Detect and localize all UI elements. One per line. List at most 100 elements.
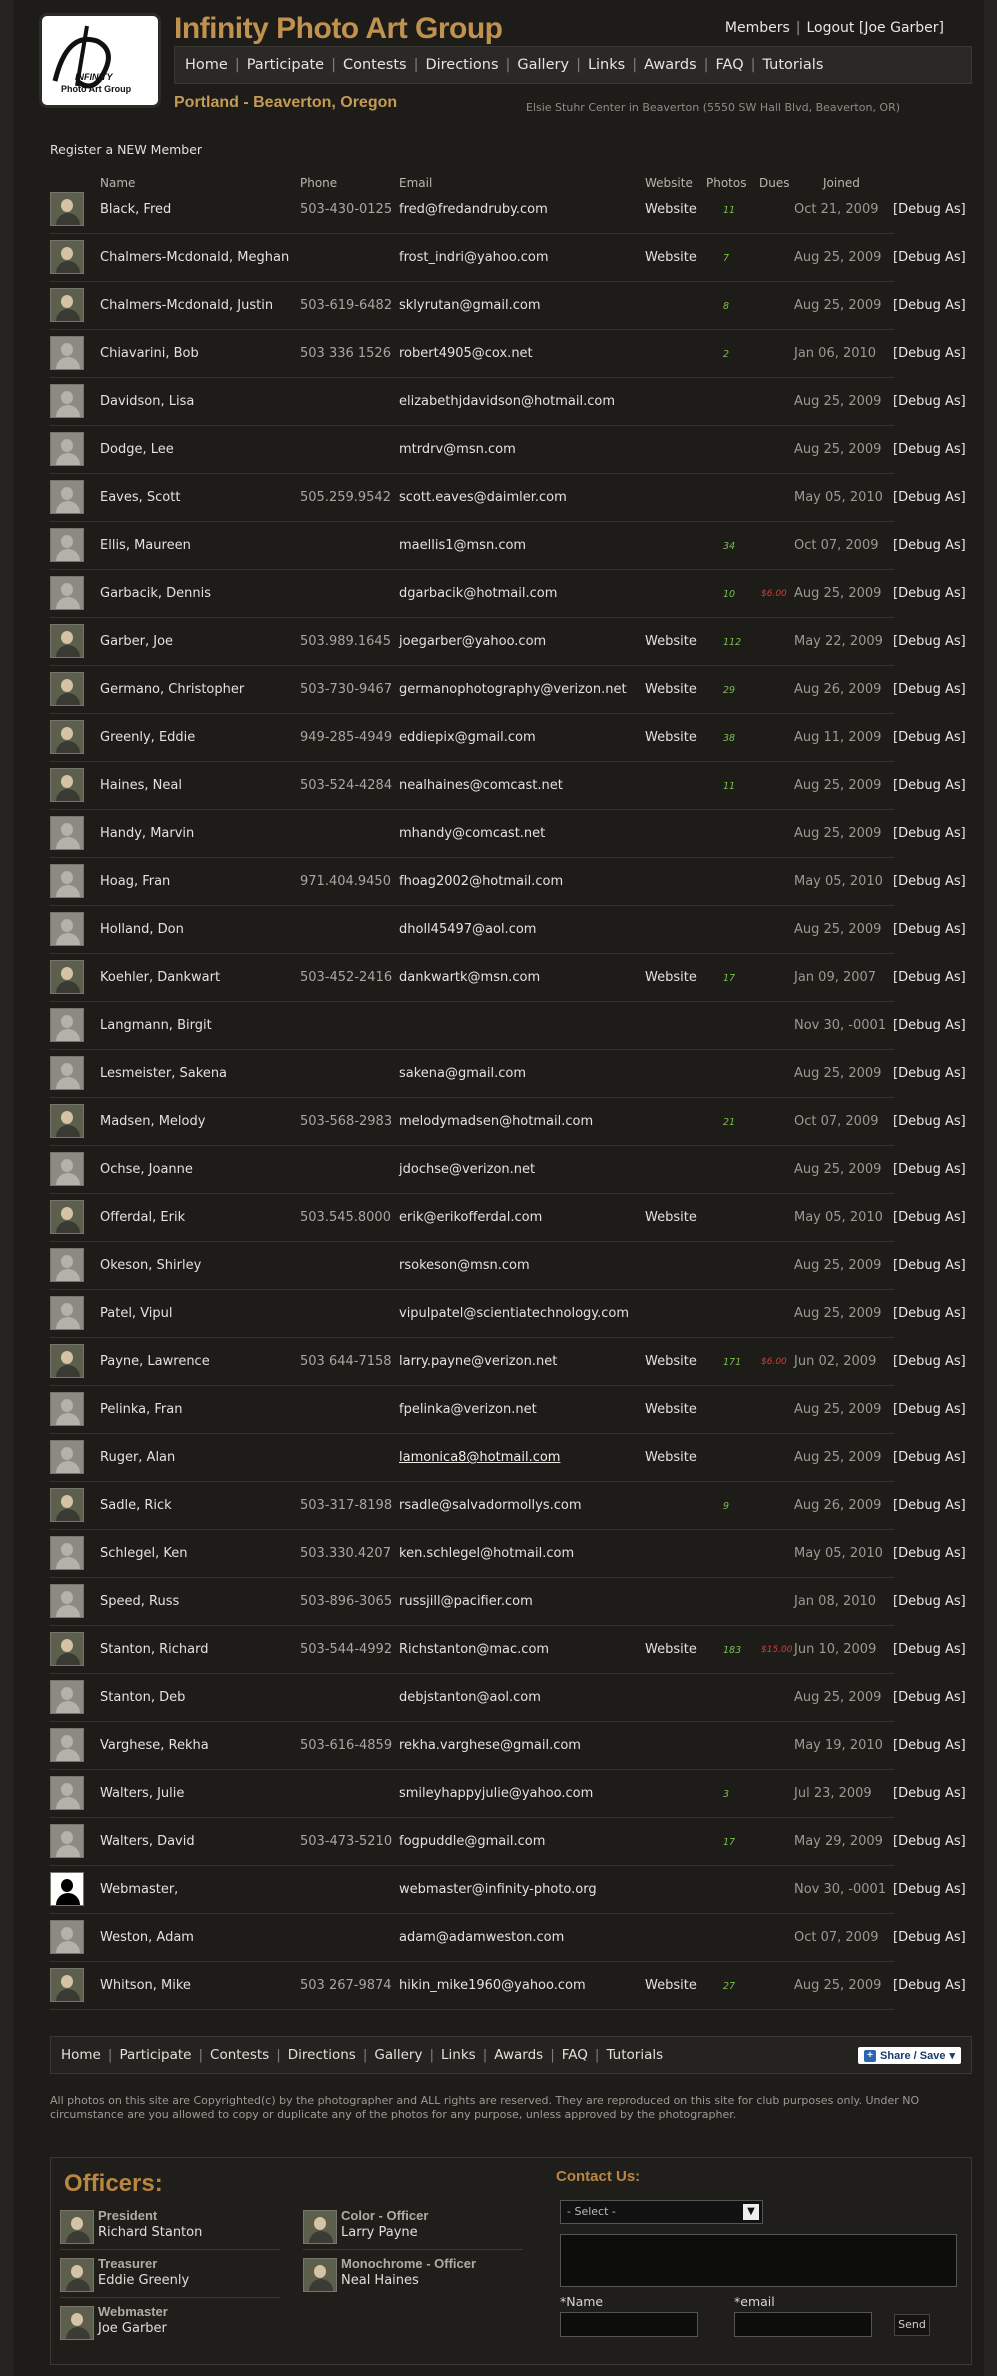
nav-tutorials[interactable]: Tutorials [763,57,824,73]
register-member-link[interactable]: Register a NEW Member [50,142,202,157]
debug-as-link[interactable]: [Debug As] [893,634,966,649]
member-avatar[interactable] [50,1728,84,1762]
debug-as-link[interactable]: [Debug As] [893,1258,966,1273]
debug-as-link[interactable]: [Debug As] [893,682,966,697]
member-avatar[interactable] [50,1392,84,1426]
member-avatar[interactable] [50,1200,84,1234]
member-email[interactable]: nealhaines@comcast.net [399,778,563,793]
member-email[interactable]: fred@fredandruby.com [399,202,548,217]
member-email[interactable]: sakena@gmail.com [399,1066,526,1081]
member-email[interactable]: adam@adamweston.com [399,1930,564,1945]
member-avatar[interactable] [50,480,84,514]
debug-as-link[interactable]: [Debug As] [893,1018,966,1033]
member-avatar[interactable] [50,528,84,562]
member-website-link[interactable]: Website [645,730,697,745]
member-email[interactable]: Richstanton@mac.com [399,1642,549,1657]
member-email[interactable]: maellis1@msn.com [399,538,526,553]
debug-as-link[interactable]: [Debug As] [893,1066,966,1081]
member-website-link[interactable]: Website [645,1402,697,1417]
member-email[interactable]: fpelinka@verizon.net [399,1402,537,1417]
member-avatar[interactable] [50,912,84,946]
debug-as-link[interactable]: [Debug As] [893,1738,966,1753]
debug-as-link[interactable]: [Debug As] [893,1978,966,1993]
member-email[interactable]: germanophotography@verizon.net [399,682,627,697]
member-avatar[interactable] [50,960,84,994]
member-email[interactable]: smileyhappyjulie@yahoo.com [399,1786,593,1801]
member-avatar[interactable] [50,720,84,754]
debug-as-link[interactable]: [Debug As] [893,1834,966,1849]
member-avatar[interactable] [50,1632,84,1666]
email-field[interactable] [734,2312,872,2337]
nav-gallery[interactable]: Gallery [517,57,569,73]
member-email[interactable]: fhoag2002@hotmail.com [399,874,563,889]
debug-as-link[interactable]: [Debug As] [893,1642,966,1657]
member-email[interactable]: frost_indri@yahoo.com [399,250,549,265]
debug-as-link[interactable]: [Debug As] [893,778,966,793]
member-email[interactable]: robert4905@cox.net [399,346,533,361]
footer-nav-awards[interactable]: Awards [494,2047,543,2063]
member-email[interactable]: vipulpatel@scientiatechnology.com [399,1306,629,1321]
debug-as-link[interactable]: [Debug As] [893,1402,966,1417]
member-email[interactable]: rekha.varghese@gmail.com [399,1738,581,1753]
member-avatar[interactable] [50,240,84,274]
debug-as-link[interactable]: [Debug As] [893,1594,966,1609]
member-website-link[interactable]: Website [645,1978,697,1993]
debug-as-link[interactable]: [Debug As] [893,346,966,361]
debug-as-link[interactable]: [Debug As] [893,1690,966,1705]
member-email[interactable]: sklyrutan@gmail.com [399,298,541,313]
member-avatar[interactable] [50,1872,84,1906]
nav-contests[interactable]: Contests [343,57,407,73]
member-email[interactable]: fogpuddle@gmail.com [399,1834,545,1849]
member-avatar[interactable] [50,672,84,706]
member-avatar[interactable] [50,1584,84,1618]
nav-home[interactable]: Home [185,57,228,73]
logout-link[interactable]: Logout [806,20,854,36]
site-logo[interactable]: INFINITY Photo Art Group [39,13,161,108]
nav-awards[interactable]: Awards [644,57,697,73]
debug-as-link[interactable]: [Debug As] [893,1162,966,1177]
member-avatar[interactable] [50,1824,84,1858]
member-avatar[interactable] [50,1344,84,1378]
member-email[interactable]: dholl45497@aol.com [399,922,536,937]
member-avatar[interactable] [50,336,84,370]
contact-message-field[interactable] [560,2234,957,2287]
member-website-link[interactable]: Website [645,1354,697,1369]
debug-as-link[interactable]: [Debug As] [893,1786,966,1801]
footer-nav-home[interactable]: Home [61,2047,101,2063]
debug-as-link[interactable]: [Debug As] [893,1930,966,1945]
debug-as-link[interactable]: [Debug As] [893,538,966,553]
member-email[interactable]: scott.eaves@daimler.com [399,490,567,505]
debug-as-link[interactable]: [Debug As] [893,586,966,601]
nav-directions[interactable]: Directions [425,57,498,73]
member-email[interactable]: eddiepix@gmail.com [399,730,536,745]
member-email[interactable]: dankwartk@msn.com [399,970,540,985]
debug-as-link[interactable]: [Debug As] [893,970,966,985]
footer-nav-gallery[interactable]: Gallery [374,2047,422,2063]
member-email[interactable]: russjill@pacifier.com [399,1594,533,1609]
member-email[interactable]: rsadle@salvadormollys.com [399,1498,581,1513]
member-avatar[interactable] [50,432,84,466]
debug-as-link[interactable]: [Debug As] [893,730,966,745]
name-field[interactable] [560,2312,698,2337]
debug-as-link[interactable]: [Debug As] [893,442,966,457]
share-save-button[interactable]: + Share / Save ▾ [858,2047,961,2064]
debug-as-link[interactable]: [Debug As] [893,1882,966,1897]
members-link[interactable]: Members [725,20,790,36]
member-website-link[interactable]: Website [645,634,697,649]
member-email[interactable]: hikin_mike1960@yahoo.com [399,1978,586,1993]
debug-as-link[interactable]: [Debug As] [893,922,966,937]
member-avatar[interactable] [50,1008,84,1042]
member-email[interactable]: lamonica8@hotmail.com [399,1450,560,1465]
member-avatar[interactable] [50,864,84,898]
member-email[interactable]: elizabethjdavidson@hotmail.com [399,394,615,409]
member-avatar[interactable] [50,1248,84,1282]
member-email[interactable]: webmaster@infinity-photo.org [399,1882,597,1897]
member-avatar[interactable] [50,1680,84,1714]
contact-recipient-select[interactable]: - Select - ▼ [560,2200,763,2224]
member-email[interactable]: erik@erikofferdal.com [399,1210,542,1225]
member-avatar[interactable] [50,1296,84,1330]
debug-as-link[interactable]: [Debug As] [893,1354,966,1369]
member-email[interactable]: dgarbacik@hotmail.com [399,586,557,601]
member-website-link[interactable]: Website [645,970,697,985]
member-email[interactable]: joegarber@yahoo.com [399,634,546,649]
